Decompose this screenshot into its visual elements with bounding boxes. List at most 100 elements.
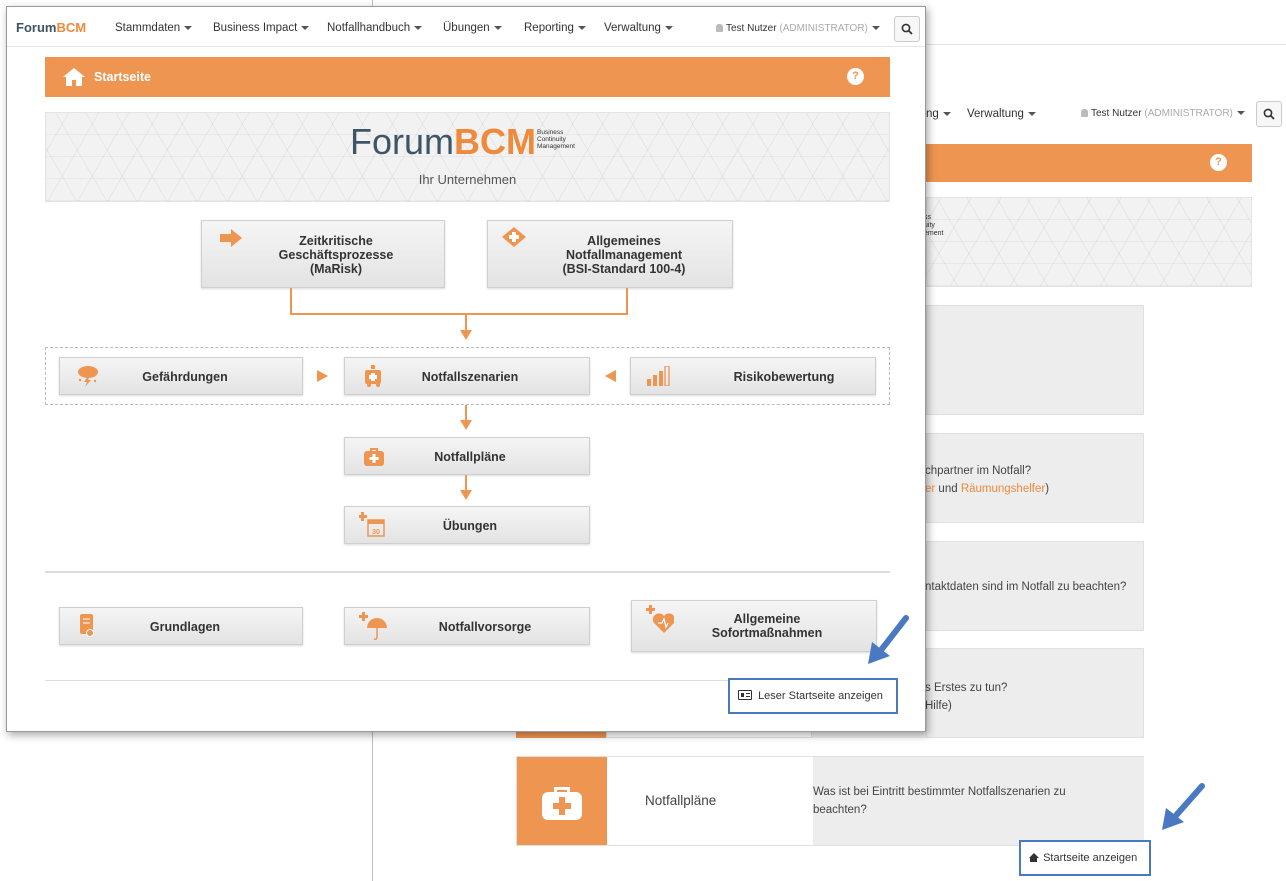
connector-line bbox=[465, 405, 467, 421]
caret-down-icon bbox=[664, 25, 673, 30]
forumbcm-logo: ForumBCM bbox=[350, 121, 536, 162]
id-card-icon bbox=[738, 690, 752, 700]
home-icon-base bbox=[1030, 857, 1037, 862]
first-aid-kit-icon bbox=[542, 787, 582, 820]
grundlagen-label: Grundlagen bbox=[149, 620, 221, 634]
page-title: Startseite bbox=[94, 70, 151, 84]
caret-down-icon bbox=[577, 25, 586, 30]
notfallvorsorge-label: Notfallvorsorge bbox=[438, 620, 532, 634]
navbar: ForumBCM Stammdaten Business Impact Notf… bbox=[7, 7, 925, 47]
zeitkritische-label: Zeitkritische Geschäftsprozesse (MaRisk) bbox=[278, 234, 394, 276]
first-aid-kit-icon bbox=[364, 448, 384, 466]
caret-down-icon bbox=[1236, 111, 1245, 116]
link-raeumungshelfer[interactable]: Räumungshelfer bbox=[961, 483, 1045, 495]
gefaehrdungen-button[interactable]: Gefährdungen bbox=[59, 357, 303, 395]
caret-down-icon bbox=[414, 25, 423, 30]
pointer-arrow-icon bbox=[868, 615, 909, 664]
reader-card-2[interactable]: chpartner im Notfall? er und Räumungshel… bbox=[925, 433, 1144, 523]
arrow-down-icon bbox=[460, 420, 472, 430]
menu-reporting[interactable]: Reporting bbox=[524, 22, 586, 34]
menu-verwaltung[interactable]: Verwaltung bbox=[604, 22, 673, 34]
reader-card-3[interactable]: ntaktdaten sind im Notfall zu beachten? bbox=[925, 541, 1144, 631]
home-icon bbox=[63, 68, 85, 86]
caret-down-icon bbox=[1027, 111, 1036, 116]
umbrella-plus-icon bbox=[359, 612, 387, 640]
card-3-text: ntaktdaten sind im Notfall zu beachten? bbox=[925, 581, 1127, 593]
reader-card-4[interactable]: s Erstes zu tun? Hilfe) bbox=[925, 648, 1144, 738]
user-menu[interactable]: Test Nutzer (ADMINISTRATOR) bbox=[1081, 108, 1245, 119]
allgemeines-notfallmanagement-button[interactable]: Allgemeines Notfallmanagement (BSI-Stand… bbox=[487, 220, 733, 288]
search-icon bbox=[1263, 108, 1275, 120]
caret-down-icon bbox=[301, 25, 310, 30]
menu-business-impact[interactable]: Business Impact bbox=[213, 22, 310, 34]
sofortmassnahmen-label: Allgemeine Sofortmaßnahmen bbox=[711, 612, 823, 640]
brand-logo[interactable]: ForumBCM bbox=[16, 20, 86, 35]
search-button[interactable] bbox=[894, 16, 920, 42]
reader-card-notfallplaene[interactable]: Notfallpläne Was ist bei Eintritt bestim… bbox=[516, 756, 1144, 846]
notfallplaene-title: Notfallpläne bbox=[645, 793, 717, 808]
reader-card-4-icon-partial bbox=[516, 732, 606, 738]
svg-text:30: 30 bbox=[372, 529, 380, 536]
startseite-anzeigen-button[interactable]: Startseite anzeigen bbox=[1029, 852, 1137, 864]
back-logo-banner: ss uity ement bbox=[924, 197, 1252, 287]
page-header: Startseite ? bbox=[45, 57, 890, 97]
allgemeine-sofortmassnahmen-button[interactable]: Allgemeine Sofortmaßnahmen bbox=[631, 600, 877, 652]
startseite-anzeigen-highlight: Startseite anzeigen bbox=[1019, 840, 1151, 876]
uebungen-button[interactable]: 30 Übungen bbox=[344, 506, 590, 544]
gefaehrdungen-label: Gefährdungen bbox=[142, 370, 228, 384]
notfallszenarien-button[interactable]: Notfallszenarien bbox=[344, 357, 590, 395]
menu-notfallhandbuch[interactable]: Notfallhandbuch bbox=[327, 22, 423, 34]
search-button[interactable] bbox=[1256, 101, 1282, 127]
heart-pulse-plus-icon bbox=[646, 605, 674, 633]
arrow-down-icon bbox=[460, 330, 472, 340]
pointer-arrow-icon bbox=[1162, 783, 1205, 830]
ambulance-icon bbox=[365, 365, 381, 387]
caret-down-icon bbox=[184, 25, 193, 30]
connector-line bbox=[626, 288, 628, 315]
menu-uebungen[interactable]: Übungen bbox=[443, 22, 502, 34]
user-menu[interactable]: Test Nutzer (ADMINISTRATOR) bbox=[716, 23, 880, 34]
menu-stammdaten[interactable]: Stammdaten bbox=[115, 22, 193, 34]
connector-line bbox=[465, 313, 467, 331]
connector-line bbox=[465, 475, 467, 491]
scroll-document-icon bbox=[80, 614, 94, 637]
logo-tagline-partial: ss uity ement bbox=[924, 214, 944, 237]
uebungen-label: Übungen bbox=[442, 519, 498, 533]
link-partial[interactable]: er bbox=[925, 483, 935, 495]
bar-chart-icon bbox=[647, 366, 670, 386]
notfallplaene-label: Notfallpläne bbox=[434, 450, 506, 464]
menu-item-verwaltung[interactable]: Verwaltung bbox=[967, 108, 1036, 120]
storm-cloud-icon bbox=[78, 366, 98, 387]
connector-line bbox=[290, 288, 292, 315]
help-icon[interactable]: ? bbox=[1210, 154, 1227, 171]
risikobewertung-button[interactable]: Risikobewertung bbox=[630, 357, 876, 395]
arrow-down-icon bbox=[460, 490, 472, 500]
logo-tagline: Business Continuity Management bbox=[537, 129, 575, 150]
logo-banner: ForumBCM Business Continuity Management … bbox=[45, 112, 890, 202]
caret-down-icon bbox=[871, 26, 880, 31]
notfallplaene-icon-tile bbox=[517, 757, 607, 845]
reader-card-4-left bbox=[606, 732, 812, 738]
grundlagen-button[interactable]: Grundlagen bbox=[59, 607, 303, 645]
connector-line bbox=[290, 313, 628, 315]
arrow-left-icon bbox=[605, 370, 616, 382]
caret-down-icon bbox=[942, 111, 951, 116]
risikobewertung-label: Risikobewertung bbox=[733, 370, 835, 384]
card-2-text: chpartner im Notfall? er und Räumungshel… bbox=[925, 465, 1050, 495]
first-aid-diamond-icon bbox=[502, 227, 526, 247]
notfallplaene-button[interactable]: Notfallpläne bbox=[344, 437, 590, 475]
calendar-plus-icon: 30 bbox=[359, 512, 385, 537]
help-icon[interactable]: ? bbox=[847, 68, 864, 85]
menu-item-partial[interactable]: ng bbox=[926, 108, 951, 120]
caret-down-icon bbox=[493, 25, 502, 30]
reader-card-1[interactable] bbox=[926, 305, 1144, 415]
user-icon bbox=[1081, 109, 1088, 117]
search-icon bbox=[901, 23, 913, 35]
notfallplaene-description: Was ist bei Eintritt bestimmter Notfalls… bbox=[813, 786, 1066, 816]
notfallplaene-description-area: Was ist bei Eintritt bestimmter Notfalls… bbox=[813, 757, 1144, 845]
zeitkritische-geschaeftsprozesse-button[interactable]: Zeitkritische Geschäftsprozesse (MaRisk) bbox=[201, 220, 445, 288]
leser-startseite-button[interactable]: Leser Startseite anzeigen bbox=[738, 690, 883, 702]
notfallvorsorge-button[interactable]: Notfallvorsorge bbox=[344, 607, 590, 645]
leser-startseite-highlight: Leser Startseite anzeigen bbox=[728, 678, 898, 714]
user-icon bbox=[716, 24, 723, 32]
